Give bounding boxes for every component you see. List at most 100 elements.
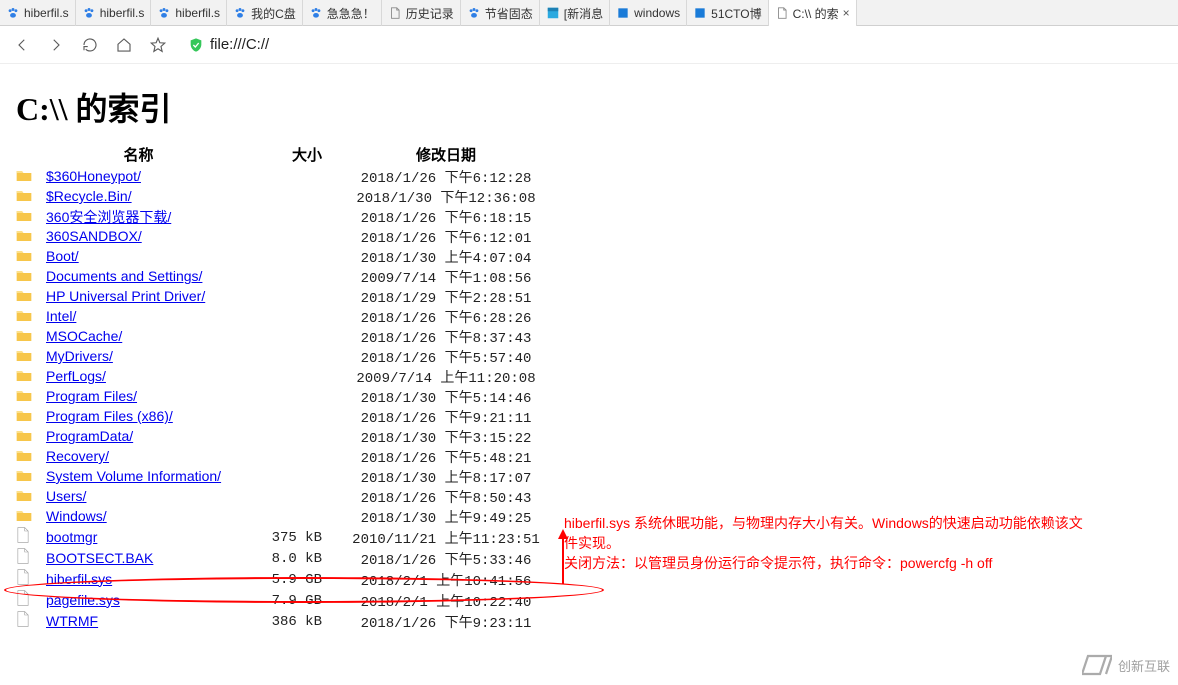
folder-icon — [16, 207, 38, 227]
file-link[interactable]: Program Files/ — [46, 388, 137, 404]
folder-icon — [16, 187, 38, 207]
folder-icon — [16, 447, 38, 467]
file-date: 2018/1/26 下午8:37:43 — [336, 327, 556, 347]
file-name: $360Honeypot/ — [38, 167, 261, 187]
file-link[interactable]: 360SANDBOX/ — [46, 228, 142, 244]
file-link[interactable]: bootmgr — [46, 529, 97, 545]
file-link[interactable]: $Recycle.Bin/ — [46, 188, 132, 204]
file-link[interactable]: Users/ — [46, 488, 86, 504]
file-date: 2009/7/14 上午11:20:08 — [336, 367, 556, 387]
file-link[interactable]: Intel/ — [46, 308, 76, 324]
watermark: 创新互联 — [1082, 653, 1170, 677]
table-row: 360SANDBOX/2018/1/26 下午6:12:01 — [16, 227, 556, 247]
annotation-arrow-icon — [548, 529, 570, 589]
folder-icon — [16, 487, 38, 507]
file-link[interactable]: MSOCache/ — [46, 328, 122, 344]
tab-label: hiberfil.s — [175, 6, 220, 20]
file-date: 2018/1/30 下午5:14:46 — [336, 387, 556, 407]
file-link[interactable]: Recovery/ — [46, 448, 109, 464]
forward-button[interactable] — [44, 33, 68, 57]
column-date[interactable]: 修改日期 — [336, 142, 556, 167]
tab[interactable]: hiberfil.s — [0, 0, 76, 26]
tab-favicon-icon — [82, 6, 96, 20]
file-size — [261, 287, 336, 307]
folder-icon — [16, 507, 38, 527]
annotation-text: hiberfil.sys 系统休眠功能，与物理内存大小有关。Windows的快速… — [564, 513, 1174, 573]
file-size — [261, 507, 336, 527]
file-link[interactable]: HP Universal Print Driver/ — [46, 288, 205, 304]
file-size: 375 kB — [261, 527, 336, 548]
file-name: PerfLogs/ — [38, 367, 261, 387]
tab-favicon-icon — [546, 6, 560, 20]
file-date: 2018/2/1 上午10:41:56 — [336, 569, 556, 590]
tab[interactable]: 历史记录 — [382, 0, 461, 26]
file-size — [261, 167, 336, 187]
file-link[interactable]: PerfLogs/ — [46, 368, 106, 384]
file-link[interactable]: $360Honeypot/ — [46, 168, 141, 184]
tab[interactable]: windows — [610, 0, 687, 26]
favorite-button[interactable] — [146, 33, 170, 57]
reload-button[interactable] — [78, 33, 102, 57]
file-size — [261, 487, 336, 507]
file-size — [261, 307, 336, 327]
column-size[interactable]: 大小 — [261, 142, 336, 167]
tab-label: 历史记录 — [406, 5, 454, 22]
tab[interactable]: [新消息 — [540, 0, 610, 26]
url-text[interactable]: file:///C:// — [210, 36, 269, 53]
file-link[interactable]: ProgramData/ — [46, 428, 133, 444]
file-name: 360安全浏览器下载/ — [38, 207, 261, 227]
folder-icon — [16, 267, 38, 287]
annotation-line: 件实现。 — [564, 533, 1174, 553]
file-name: MSOCache/ — [38, 327, 261, 347]
tab[interactable]: 急急急！ — [303, 0, 382, 26]
file-size — [261, 187, 336, 207]
file-size — [261, 227, 336, 247]
file-size: 8.0 kB — [261, 548, 336, 569]
table-row: Program Files/2018/1/30 下午5:14:46 — [16, 387, 556, 407]
file-size — [261, 387, 336, 407]
file-name: $Recycle.Bin/ — [38, 187, 261, 207]
file-link[interactable]: pagefile.sys — [46, 592, 120, 608]
tab[interactable]: hiberfil.s — [76, 0, 152, 26]
file-link[interactable]: System Volume Information/ — [46, 468, 221, 484]
tab-label: windows — [634, 6, 680, 20]
column-name[interactable]: 名称 — [16, 142, 261, 167]
table-row: MyDrivers/2018/1/26 下午5:57:40 — [16, 347, 556, 367]
file-date: 2018/1/30 上午8:17:07 — [336, 467, 556, 487]
file-date: 2018/1/30 上午4:07:04 — [336, 247, 556, 267]
annotation-line: 关闭方法：以管理员身份运行命令提示符，执行命令：powercfg -h off — [564, 553, 1174, 573]
file-size: 386 kB — [261, 611, 336, 632]
tab[interactable]: C:\\ 的索 × — [769, 0, 857, 26]
tab-label: C:\\ 的索 — [793, 5, 839, 22]
file-link[interactable]: BOOTSECT.BAK — [46, 550, 153, 566]
file-icon — [16, 527, 38, 548]
folder-icon — [16, 287, 38, 307]
tab[interactable]: 节省固态 — [461, 0, 540, 26]
file-link[interactable]: Program Files (x86)/ — [46, 408, 173, 424]
file-link[interactable]: Boot/ — [46, 248, 79, 264]
tab[interactable]: 51CTO博 — [687, 0, 768, 26]
file-link[interactable]: WTRMF — [46, 613, 98, 629]
tab-label: 我的C盘 — [251, 5, 296, 22]
tab[interactable]: hiberfil.s — [151, 0, 227, 26]
file-date: 2018/1/26 下午6:12:01 — [336, 227, 556, 247]
file-link[interactable]: MyDrivers/ — [46, 348, 113, 364]
file-link[interactable]: Documents and Settings/ — [46, 268, 202, 284]
close-icon[interactable]: × — [843, 6, 850, 20]
file-link[interactable]: hiberfil.sys — [46, 571, 112, 587]
folder-icon — [16, 247, 38, 267]
file-table: 名称 大小 修改日期 $360Honeypot/2018/1/26 下午6:12… — [16, 142, 556, 632]
table-row: MSOCache/2018/1/26 下午8:37:43 — [16, 327, 556, 347]
file-name: Documents and Settings/ — [38, 267, 261, 287]
home-button[interactable] — [112, 33, 136, 57]
file-name: Recovery/ — [38, 447, 261, 467]
file-icon — [16, 548, 38, 569]
file-name: WTRMF — [38, 611, 261, 632]
tab[interactable]: 我的C盘 — [227, 0, 303, 26]
file-icon — [16, 569, 38, 590]
file-size — [261, 327, 336, 347]
file-link[interactable]: Windows/ — [46, 508, 107, 524]
tab-favicon-icon — [233, 6, 247, 20]
file-link[interactable]: 360安全浏览器下载/ — [46, 209, 171, 225]
back-button[interactable] — [10, 33, 34, 57]
